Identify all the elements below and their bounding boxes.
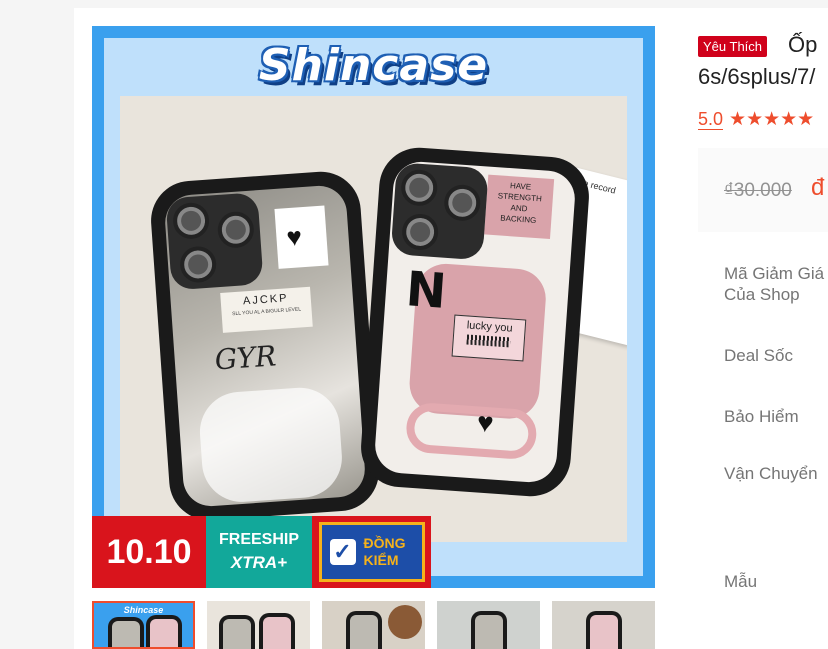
rating-summary[interactable]: 5.0 ★★★★★ [698,108,814,131]
camera-lens-icon [443,183,482,223]
price-box: ₫30.000 đ [698,148,828,232]
favorite-tag: Yêu Thích [698,36,768,57]
sale-10-10-badge: 10.10 [92,516,206,588]
thumbnail-strip: Shincase [92,601,655,649]
check-icon: ✓ [329,539,356,565]
variant-label: Mẫu [724,572,758,591]
thumbnail-phone-face [475,615,503,649]
right-case-strength-label: HAVE STRENGTH AND BACKING [484,174,555,240]
xtra-label: XTRA+ [230,553,288,572]
heart-icon: ♥ [285,221,303,253]
main-product-image[interactable]: Shincase We record AJCKP SLL YOU AL A BI… [92,26,655,588]
product-title-line-1: Ốp [788,32,818,57]
thumbnail-phone [471,611,507,649]
product-title-line-2: 6s/6splus/7/ [698,64,816,89]
shipping-label: Vận Chuyển [724,464,818,483]
right-case-lucky-label: lucky you [451,314,527,362]
shop-voucher-label-line-2: Của Shop [724,285,800,304]
lucky-you-text: lucky you [466,319,513,335]
right-phone-case: N HAVE STRENGTH AND BACKING lucky you ♥ [358,145,592,499]
brand-watermark: Shincase [258,40,489,91]
dong-kiem-line-2: KIỂM [363,552,399,568]
dong-kiem-badge: ✓ ĐỒNG KIỂM [312,516,431,588]
camera-lens-icon [178,245,218,284]
original-price: ₫30.000 [724,180,792,201]
thumbnail-phone [586,611,622,649]
heart-icon: ♥ [475,406,495,439]
left-case-lace [197,385,345,505]
thumbnail-4[interactable] [437,601,540,649]
dong-kiem-text: ĐỒNG KIỂM [364,535,406,569]
left-case-script: GYR [213,339,278,377]
thumbnail-phone [108,617,144,647]
right-case-chain [404,401,538,461]
thumbnail-phone-face [223,619,251,649]
promo-badge-bar: 10.10 FREESHIP XTRA+ ✓ ĐỒNG KIỂM [92,516,655,588]
shop-voucher-label-line-1: Mã Giảm Giá [724,264,825,283]
thumbnail-phone-face [112,621,140,647]
left-case-label: AJCKP SLL YOU AL A BIGULR LEVEL [220,286,313,333]
freeship-label: FREESHIP [218,531,299,548]
camera-lens-icon [400,212,440,252]
camera-lens-icon [400,168,439,207]
left-phone-case: AJCKP SLL YOU AL A BIGULR LEVEL GYR ♥ [148,169,382,523]
thumbnail-cup [388,605,422,639]
thumbnail-2[interactable] [207,601,310,649]
thumbnail-5[interactable] [552,601,655,649]
freeship-xtra-badge: FREESHIP XTRA+ [206,516,312,588]
thumbnail-phone [259,613,295,649]
sale-price: đ [811,174,825,201]
left-camera-module [165,192,264,291]
barcode-icon [466,334,512,348]
camera-lens-icon [216,210,256,249]
thumbnail-brand: Shincase [123,605,164,615]
thumbnail-1[interactable]: Shincase [92,601,195,649]
shop-voucher-label: Mã Giảm Giá Của Shop [724,263,824,305]
dong-kiem-line-1: ĐỒNG [363,535,406,551]
rating-value: 5.0 [698,109,724,130]
right-case-letter: N [404,261,449,320]
dong-kiem-box: ✓ ĐỒNG KIỂM [318,522,425,582]
right-camera-module [390,162,489,261]
thumbnail-phone-face [263,617,291,649]
star-rating-icon: ★★★★★ [729,109,815,130]
thumbnail-phone-face [590,615,618,649]
camera-lens-icon [171,201,211,241]
left-case-heart-patch: ♥ [274,205,329,269]
thumbnail-phone-face [150,619,178,647]
thumbnail-phone [219,615,255,649]
thumbnail-phone-face [350,615,378,649]
deal-soc-label: Deal Sốc [724,346,793,365]
product-info-panel: Yêu Thích Ốp 6s/6splus/7/ 5.0 ★★★★★ ₫30.… [698,0,828,649]
insurance-label: Bảo Hiểm [724,407,799,426]
thumbnail-phone [146,615,182,647]
thumbnail-3[interactable] [322,601,425,649]
product-photo: We record AJCKP SLL YOU AL A BIGULR LEVE… [120,96,627,542]
thumbnail-phone [346,611,382,649]
